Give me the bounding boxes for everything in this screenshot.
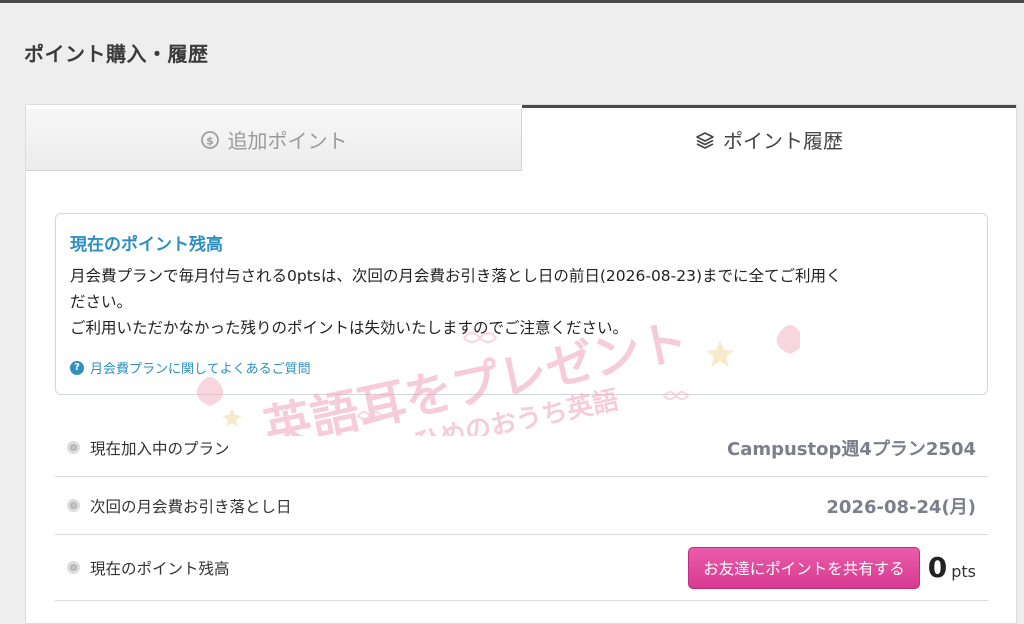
svg-text:$: $ xyxy=(206,134,214,147)
tab-point-history-label: ポイント履歴 xyxy=(723,129,843,153)
bullet-icon xyxy=(67,499,80,512)
tab-bar: $ 追加ポイント ポイント履歴 xyxy=(26,105,1016,171)
bullet-icon xyxy=(67,441,80,454)
notice-line: ださい。 xyxy=(70,293,133,311)
faq-link-label: 月会費プランに関してよくあるご質問 xyxy=(90,362,311,377)
notice-title: 現在のポイント残高 xyxy=(70,235,223,255)
tab-point-history[interactable]: ポイント履歴 xyxy=(522,105,1016,171)
bullet-icon xyxy=(67,561,80,574)
tab-add-points[interactable]: $ 追加ポイント xyxy=(26,109,522,171)
tab-add-points-label: 追加ポイント xyxy=(227,129,348,153)
notice-line: ご利用いただかなかった残りのポイントは失効いたしますのでご注意ください。 xyxy=(70,319,629,337)
point-balance: 0 pts xyxy=(928,551,976,584)
point-balance-row: 現在のポイント残高 お友達にポイントを共有する 0 pts xyxy=(55,535,988,601)
dollar-circle-icon: $ xyxy=(200,130,220,150)
faq-link[interactable]: ? 月会費プランに関してよくあるご質問 xyxy=(70,358,311,377)
notice-line: 月会費プランで毎月付与される0ptsは、次回の月会費お引き落とし日の前日(202… xyxy=(70,267,842,285)
point-balance-number: 0 xyxy=(927,551,948,584)
balance-notice-box: 現在のポイント残高 月会費プランで毎月付与される0ptsは、次回の月会費お引き落… xyxy=(55,213,988,395)
next-billing-value: 2026-08-24(月) xyxy=(826,496,976,518)
points-panel: $ 追加ポイント ポイント履歴 現在のポイント残高 月会費プランで毎月付与される… xyxy=(25,104,1017,624)
current-plan-row: 現在加入中のプラン Campustop週4プラン2504 xyxy=(55,419,988,477)
point-balance-unit: pts xyxy=(951,562,976,581)
next-billing-row: 次回の月会費お引き落とし日 2026-08-24(月) xyxy=(55,477,988,535)
page-title: ポイント購入・履歴 xyxy=(24,42,209,66)
point-balance-label: 現在のポイント残高 xyxy=(90,559,230,578)
top-border xyxy=(0,0,1024,3)
notice-text: 月会費プランで毎月付与される0ptsは、次回の月会費お引き落とし日の前日(202… xyxy=(70,263,973,341)
share-points-button[interactable]: お友達にポイントを共有する xyxy=(688,546,920,589)
layers-icon xyxy=(695,130,715,150)
current-plan-value: Campustop週4プラン2504 xyxy=(726,438,976,460)
question-circle-icon: ? xyxy=(70,360,84,375)
next-billing-label: 次回の月会費お引き落とし日 xyxy=(90,497,292,516)
current-plan-label: 現在加入中のプラン xyxy=(90,439,230,458)
